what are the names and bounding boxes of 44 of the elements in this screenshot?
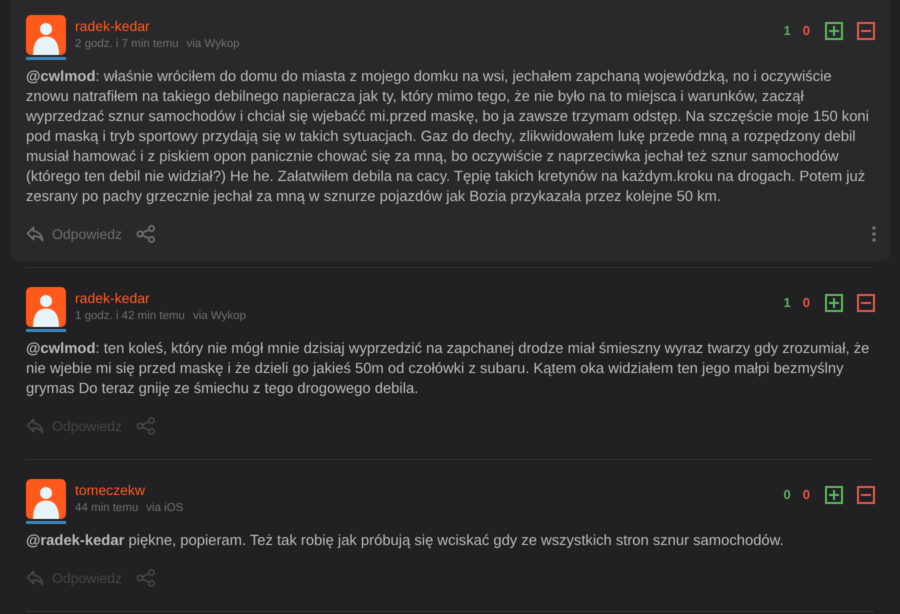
- upvote-button[interactable]: [825, 22, 843, 40]
- comment-time: 1 godz. i 42 min temu: [75, 309, 185, 324]
- avatar-icon[interactable]: [26, 479, 66, 519]
- reply-button[interactable]: Odpowiedz: [26, 224, 122, 244]
- more-options-icon[interactable]: [872, 226, 876, 242]
- minus-count: 0: [802, 22, 810, 40]
- plus-icon: [829, 298, 839, 308]
- plus-count: 0: [784, 486, 791, 504]
- upvote-button[interactable]: [825, 294, 843, 312]
- minus-count: 0: [802, 486, 810, 504]
- plus-icon: [829, 490, 839, 500]
- comment-source: via Wykop: [192, 309, 246, 324]
- comment-time: 2 godz. i 7 min temu: [75, 37, 179, 52]
- downvote-button[interactable]: [857, 294, 875, 312]
- comment-source: via Wykop: [186, 37, 240, 52]
- comment-text: @cwlmod: właśnie wróciłem do domu do miasta z mojego domku na wsi, jechałem zapchaną wojewódzką, no i oczywiście znowu natrafiłem na takiego debilnego napieracza jak ty, który mimo tego, że nie było na to miejsca i warunków, zaczął wyprzedzać sznur samochodów i chciał się wjebaćć mi.przed maskę, bo ja zawsze trzymam odstęp. Na szczęście moje 150 koni pod maską i tryb sportowy przydają się w takich sytuacjach. Gaz do dechy, zlikwidowałem lukę przede mną a rozpędzony debil musiał hamować i z piskiem opon panicznie chować się za mną, bo oczywiście z naprzeciwka jechał też sznur samochodów (którego ten debil nie widział?) He he. Załatwiłem debila na cacy. Tępię takich kretynów na każdym.kroku na drogach. Potem już zesrany po pachy grzecznie jechał za mną w sznurze pojazdów jak Bozia przykazała przez kolejne 50 km.: [26, 68, 870, 207]
- minus-icon: [861, 302, 871, 304]
- author-name[interactable]: tomeczekw: [75, 480, 184, 500]
- avatar-underline: [26, 521, 66, 524]
- downvote-button[interactable]: [857, 22, 875, 40]
- upvote-button[interactable]: [825, 486, 843, 504]
- comment-text: @cwlmod: ten koleś, który nie mógł mnie dzisiaj wyprzedzić na zapchanej drodze miał śmieszny wyraz twarzy gdy zrozumiał, że nie wjebie mi się przed maskę i że dzieli go jakieś 50m od czołówki z subaru. Kątem oka widziałem ten jego małpi bezmyślny grymas Do teraz gniję ze śmiechu z tego drogowego debila.: [26, 340, 870, 399]
- comment-time: 44 min temu: [75, 501, 138, 516]
- plus-count: 1: [784, 22, 791, 40]
- minus-count: 0: [802, 294, 810, 312]
- avatar-icon[interactable]: [26, 287, 66, 327]
- author-name[interactable]: radek-kedar: [75, 16, 240, 36]
- share-icon[interactable]: [136, 417, 156, 435]
- avatar-underline: [26, 57, 66, 60]
- comment-text: @radek-kedar piękne, popieram. Też tak robię jak próbują się wciskać gdy ze wszystkich stron sznur samochodów.: [26, 532, 785, 551]
- minus-icon: [861, 494, 871, 496]
- plus-count: 1: [784, 294, 791, 312]
- plus-icon: [829, 26, 839, 36]
- comment-source: via iOS: [146, 501, 184, 516]
- share-icon[interactable]: [136, 569, 156, 587]
- downvote-button[interactable]: [857, 486, 875, 504]
- reply-icon: [26, 570, 44, 586]
- avatar-underline: [26, 329, 66, 332]
- avatar-icon[interactable]: [26, 15, 66, 55]
- minus-icon: [861, 30, 871, 32]
- share-icon[interactable]: [136, 225, 156, 243]
- reply-icon: [26, 226, 44, 242]
- reply-icon: [26, 418, 44, 434]
- author-name[interactable]: radek-kedar: [75, 288, 246, 308]
